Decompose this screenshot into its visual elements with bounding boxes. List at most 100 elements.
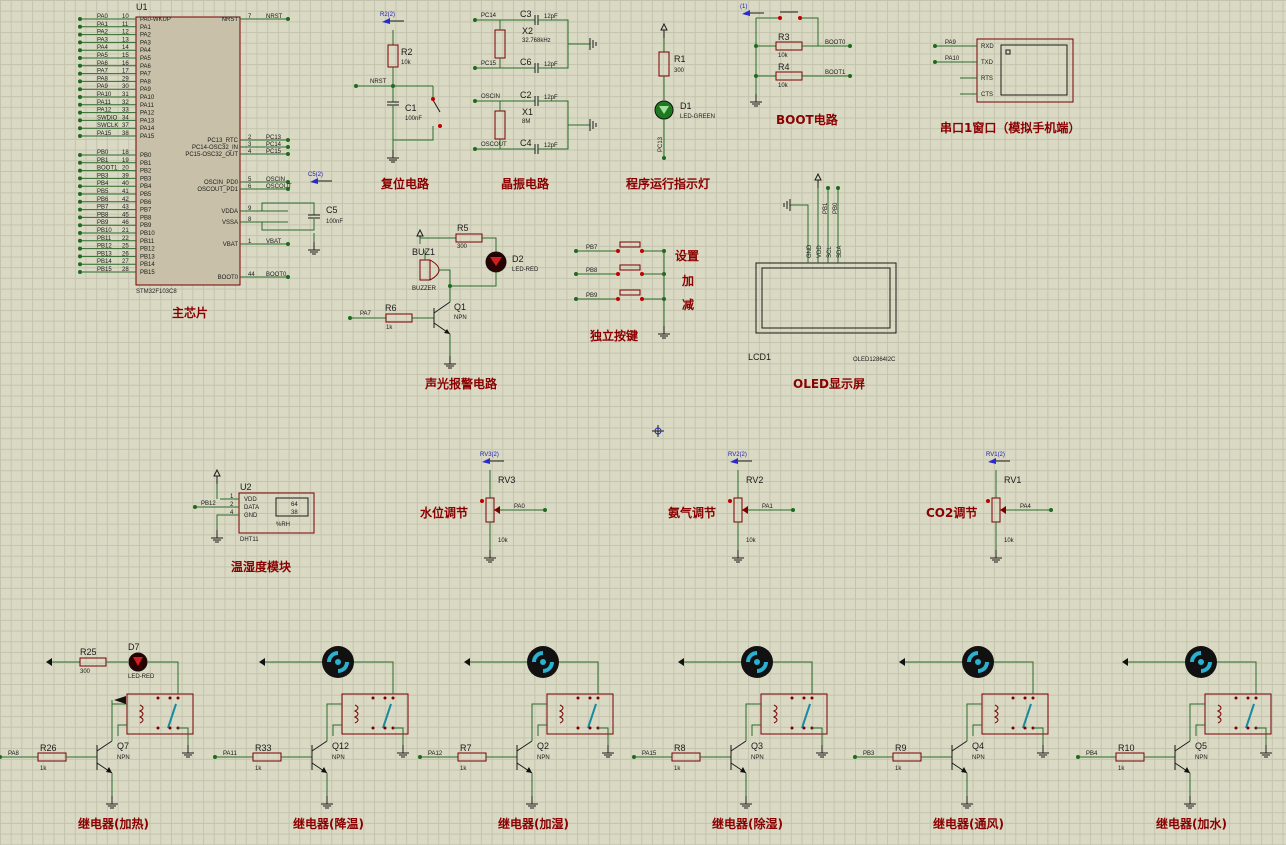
relay-r-value: 1k	[40, 766, 47, 772]
relay-channel-2[interactable]: PA11 R33 1k Q12 NPN 继电器(降温)	[213, 646, 409, 831]
pot-1[interactable]: RV3(2) PA0 RV3 10k 水位调节	[420, 452, 547, 563]
crystal-net: OSCIN	[481, 94, 500, 100]
r2-ref: R2	[401, 47, 413, 57]
resistor-body[interactable]	[1115, 752, 1145, 762]
pin-number: 11	[122, 22, 129, 28]
cap-ref: C3	[520, 9, 532, 19]
resistor-body[interactable]	[252, 752, 282, 762]
pin-net-label: PA9	[97, 84, 109, 90]
boot-circuit[interactable]: (1) R3 10k R4 10k BOOT0 BOOT1 BOOT电路	[740, 4, 852, 127]
relay-net: PA12	[428, 751, 443, 757]
boot1-net: BOOT1	[825, 70, 846, 76]
r1-value: 300	[674, 68, 685, 74]
mcu-u1[interactable]: U1 STM32F103C8 PA0 10 PA0-WKUP PA1 11 PA1 PA2 12 P…	[78, 2, 292, 320]
cap-ref: C4	[520, 138, 532, 148]
mcu-ref: U1	[136, 2, 148, 12]
relay-channel-4[interactable]: PA15 R8 1k Q3 NPN 继电器(除湿)	[632, 646, 828, 831]
voltage-probe-icon[interactable]: RV3(2)	[480, 452, 504, 464]
voltage-probe-icon[interactable]: C5(2)	[308, 172, 332, 184]
resistor-body[interactable]	[892, 752, 922, 762]
resistor-body[interactable]	[457, 752, 487, 762]
ground-icon	[484, 550, 496, 563]
oled-display[interactable]: GND VDD SCL SDA PB1 PB0 LCD1 OLED12864I2C OLED显示…	[748, 172, 897, 391]
voltage-probe-icon[interactable]: (1)	[740, 4, 764, 16]
junction-dot	[78, 87, 82, 92]
ground-icon	[750, 94, 762, 107]
relay-channel-3[interactable]: PA12 R7 1k Q2 NPN 继电器(加湿)	[418, 646, 614, 831]
pot-caption: CO2调节	[926, 505, 977, 520]
pin-number: 18	[122, 150, 129, 156]
relay-net: PB3	[863, 751, 875, 757]
push-button-icon[interactable]	[619, 264, 641, 271]
pin-name: PB9	[140, 223, 152, 229]
relay-r-value: 1k	[895, 766, 902, 772]
alarm-circuit[interactable]: R5 300 D2 LED-RED BUZ1 BUZZER PA7 R6 1k Q1 NPN 声光报警…	[348, 223, 539, 391]
load-r-value: 300	[80, 669, 91, 675]
pa7-net: PA7	[360, 311, 372, 317]
relay-channel-1[interactable]: PA8 R26 1k Q7 NPN R25 300 D7 LED-RED 继电器(加热)	[0, 642, 194, 831]
relay-channel-6[interactable]: PB4 R10 1k Q5 NPN 继电器(加水)	[1076, 646, 1272, 831]
push-button-icon[interactable]	[619, 289, 641, 296]
oled-frame[interactable]	[755, 262, 897, 334]
ground-icon	[387, 150, 399, 163]
pin-net-label: PB9	[97, 220, 109, 226]
junction-dot	[286, 187, 290, 191]
reset-circuit[interactable]: R2(2) R2 10k NRST C1 100nF 复位电路	[354, 12, 442, 191]
uart-terminal[interactable]: RXD TXD RTS CTS PA9 PA10 串口1窗口（模拟手机端）	[933, 38, 1080, 135]
cap-c5[interactable]: C5 100nF C5(2)	[240, 172, 343, 255]
terminal-screen[interactable]	[1000, 44, 1068, 96]
pin-number: 28	[122, 267, 129, 273]
pin-name: OSCIN_PD0	[204, 180, 239, 186]
relay-r-value: 1k	[1118, 766, 1125, 772]
junction-dot	[473, 147, 477, 151]
pin-name: PA5	[140, 56, 152, 62]
push-button-icon[interactable]	[619, 241, 641, 248]
pot-3[interactable]: RV1(2) PA4 RV1 10k CO2调节	[926, 452, 1053, 563]
dht-humidity-display: 64	[291, 502, 298, 508]
pin-net-label: PB4	[97, 181, 109, 187]
relay-q-ref: Q7	[117, 741, 129, 751]
resistor-body[interactable]	[385, 313, 413, 323]
pin-number: 46	[122, 220, 129, 226]
cap-value: 12pF	[544, 95, 558, 101]
junction-dot	[1076, 755, 1080, 759]
relay-channel-5[interactable]: PB3 R9 1k Q4 NPN 继电器(通风)	[853, 646, 1049, 831]
relay-r-ref: R9	[895, 743, 907, 753]
resistor-body[interactable]	[37, 752, 67, 762]
resistor-body[interactable]	[658, 51, 670, 77]
pin-net-label: PB6	[97, 197, 109, 203]
junction-dot	[78, 40, 82, 45]
relay-r-ref: R33	[255, 743, 272, 753]
uart-caption: 串口1窗口（模拟手机端）	[940, 120, 1080, 135]
run-led-circuit[interactable]: R1 300 D1 LED-GREEN PC13 程序运行指示灯	[626, 22, 715, 191]
pin-number: 27	[122, 259, 129, 265]
pot-2[interactable]: RV2(2) PA1 RV2 10k 氨气调节	[668, 452, 795, 563]
ground-icon	[444, 356, 456, 369]
pin-name: PB7	[140, 208, 152, 214]
junction-dot	[78, 126, 82, 131]
dht11-sensor[interactable]: 6438%RHVDD1DATA2GND4PB12U2DHT11温湿度模块	[193, 468, 315, 574]
resistor-body[interactable]	[671, 752, 701, 762]
voltage-probe-icon[interactable]: RV2(2)	[728, 452, 752, 464]
pin-number: 41	[122, 189, 129, 195]
resistor-body[interactable]	[79, 657, 107, 667]
resistor-body[interactable]	[455, 233, 483, 243]
mcu-caption: 主芯片	[172, 305, 208, 320]
crystal-circuit[interactable]: PC14 PC15 X2 32.768kHz C3 12pF C6 12pF OSCIN OSCO…	[473, 9, 597, 191]
key-label-plus: 加	[681, 273, 694, 288]
junction-dot	[1049, 508, 1053, 512]
junction-dot	[574, 297, 578, 301]
relay-q-value: NPN	[972, 755, 985, 761]
uart-pin: CTS	[981, 92, 993, 98]
pin-number: 25	[122, 244, 129, 250]
resistor-body[interactable]	[775, 71, 803, 81]
load-r-ref: R25	[80, 647, 97, 657]
keys-circuit[interactable]: PB7 PB8 PB9 设置加减独立按键	[574, 241, 699, 343]
voltage-probe-icon[interactable]: RV1(2)	[986, 452, 1010, 464]
resistor-body[interactable]	[387, 44, 399, 68]
junction-dot	[78, 231, 82, 235]
resistor-body[interactable]	[775, 41, 803, 51]
junction-dot	[826, 186, 830, 190]
oled-screen	[761, 267, 891, 329]
voltage-probe-icon[interactable]: R2(2)	[380, 12, 404, 24]
